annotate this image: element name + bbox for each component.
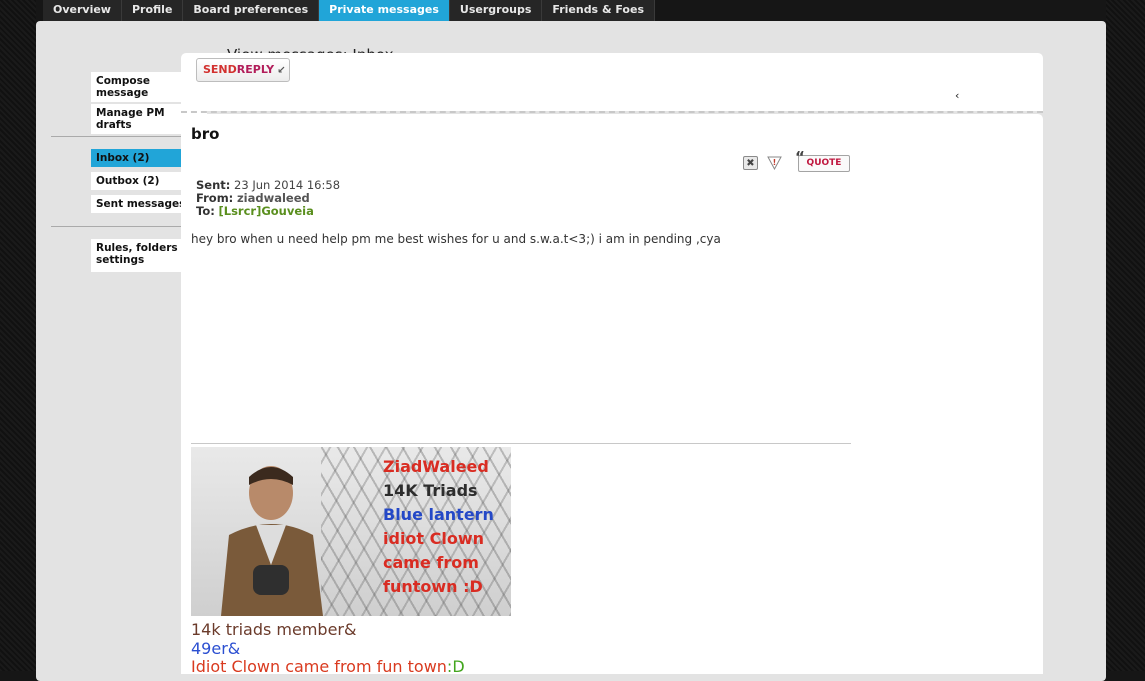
message-body: hey bro when u need help pm me best wish…: [191, 232, 721, 246]
quote-mark-icon: “: [795, 148, 805, 166]
tab-board-preferences[interactable]: Board preferences: [183, 0, 320, 21]
signature-divider: [191, 443, 851, 444]
signature-line-2: 49er&: [191, 639, 241, 658]
quote-button[interactable]: “QUOTE: [795, 150, 850, 172]
background-pattern-right: [1106, 0, 1145, 671]
message-subject: bro: [191, 125, 220, 143]
back-arrow-icon[interactable]: ‹: [955, 89, 959, 102]
from-row: From: ziadwaleed: [196, 191, 310, 205]
signature-line-3: Idiot Clown came from fun town:D: [191, 657, 465, 676]
reply-arrow-icon: ↙: [277, 65, 286, 76]
signature-image: ZiadWaleed 14K Triads Blue lantern idiot…: [191, 447, 511, 616]
tab-profile[interactable]: Profile: [121, 0, 184, 21]
tab-private-messages[interactable]: Private messages: [319, 0, 450, 21]
tab-usergroups[interactable]: Usergroups: [449, 0, 543, 21]
sent-row: Sent: 23 Jun 2014 16:58: [196, 178, 341, 192]
tab-overview[interactable]: Overview: [43, 0, 122, 21]
action-bar: [181, 53, 1043, 111]
tab-friends-foes[interactable]: Friends & Foes: [542, 0, 655, 21]
svg-text:!: !: [773, 158, 777, 167]
delete-icon[interactable]: ✖: [743, 156, 758, 170]
dashed-divider: [181, 111, 1043, 113]
background-pattern-left: [0, 0, 36, 671]
to-row: To: [Lsrcr]Gouveia: [196, 204, 314, 218]
from-user-link[interactable]: ziadwaleed: [237, 191, 310, 205]
to-user-link[interactable]: [Lsrcr]Gouveia: [218, 204, 313, 218]
top-nav-tabs: Overview Profile Board preferences Priva…: [43, 0, 655, 21]
signature-character-figure: [221, 466, 323, 616]
signature-line-1: 14k triads member&: [191, 620, 357, 639]
send-reply-button[interactable]: SENDREPLY ↙: [196, 58, 290, 82]
report-icon[interactable]: !: [767, 156, 782, 171]
signature-image-text: ZiadWaleed 14K Triads Blue lantern idiot…: [383, 457, 494, 596]
